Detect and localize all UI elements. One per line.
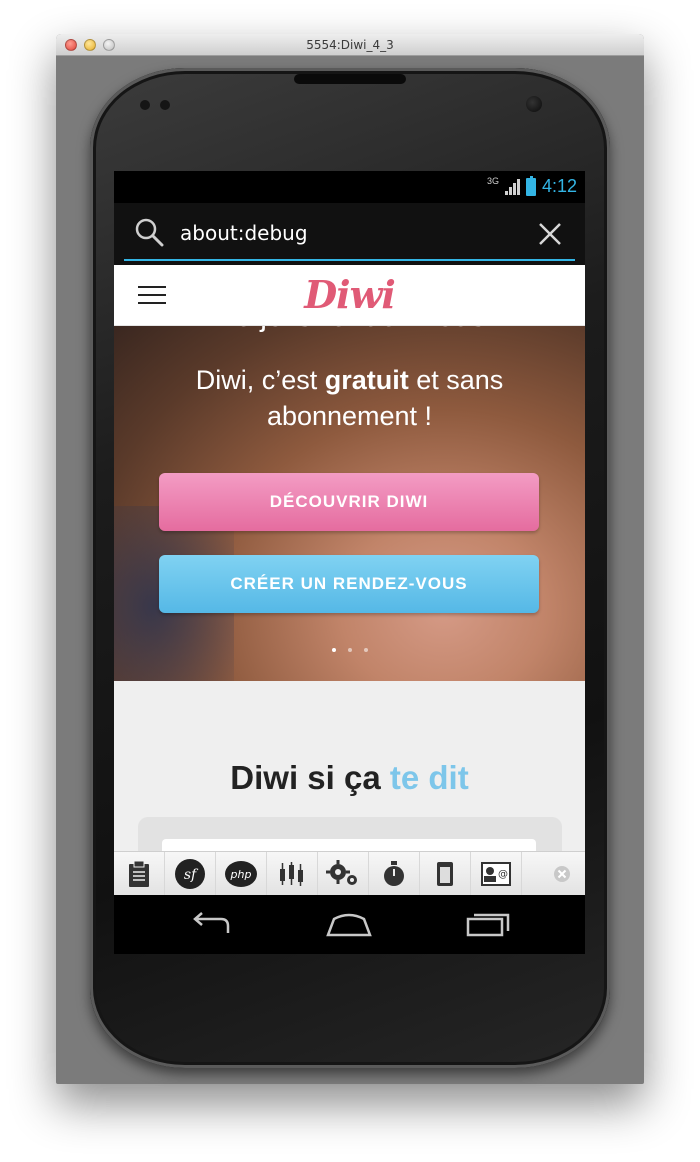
php-icon[interactable]: php	[216, 851, 267, 896]
status-bar: 3G 4:12	[114, 171, 585, 203]
url-bar: about:debug	[114, 203, 585, 265]
discover-button[interactable]: DÉCOUVRIR DIWI	[159, 473, 539, 531]
carousel-dot[interactable]	[347, 648, 352, 652]
hero-subtitle-bold: gratuit	[324, 365, 409, 395]
back-icon[interactable]	[188, 909, 234, 939]
user-card-icon[interactable]: @	[471, 851, 522, 896]
url-input[interactable]: about:debug	[180, 221, 308, 245]
carousel-dot[interactable]	[363, 648, 368, 652]
svg-text:php: php	[230, 868, 252, 881]
section-title: Diwi si ça te dit	[114, 759, 585, 797]
memory-icon[interactable]	[420, 851, 471, 896]
window-title: 5554:Diwi_4_3	[306, 38, 394, 52]
desktop-background: 5554:Diwi_4_3 3G 4:12 about:debug Diwi D…	[0, 0, 700, 1162]
create-date-button[interactable]: CRÉER UN RENDEZ-VOUS	[159, 555, 539, 613]
battery-icon	[525, 175, 536, 196]
hero-banner: De jolis rendez-vous Diwi, c’est gratuit…	[114, 326, 585, 681]
section-card	[138, 817, 562, 851]
section-title-main: Diwi si ça	[230, 759, 390, 796]
status-icons: 3G 4:12	[486, 175, 577, 197]
section-card-content	[162, 839, 536, 851]
window-titlebar: 5554:Diwi_4_3	[56, 34, 644, 56]
clear-url-icon[interactable]	[537, 221, 563, 247]
front-camera	[526, 96, 542, 112]
web-content: Diwi De jolis rendez-vous Diwi, c’est gr…	[114, 265, 585, 851]
search-icon	[135, 218, 164, 247]
network-type-label: 3G	[486, 176, 499, 186]
intro-section: Diwi si ça te dit	[114, 681, 585, 851]
site-logo[interactable]: Diwi	[114, 272, 585, 317]
status-clock: 4:12	[541, 176, 577, 196]
url-field[interactable]: about:debug	[124, 203, 575, 261]
light-sensor	[160, 100, 170, 110]
stopwatch-icon[interactable]	[369, 851, 420, 896]
hero-title: De jolis rendez-vous	[114, 326, 585, 334]
gears-icon[interactable]	[318, 851, 369, 896]
site-header: Diwi	[114, 265, 585, 326]
device-screen: 3G 4:12 about:debug Diwi Diwi, c’est gra…	[114, 171, 585, 954]
earpiece-speaker	[294, 74, 406, 84]
carousel-indicator	[114, 639, 585, 657]
timeline-icon[interactable]	[267, 851, 318, 896]
signal-icon	[504, 178, 520, 195]
recent-apps-icon[interactable]	[465, 909, 511, 939]
clipboard-icon[interactable]	[114, 851, 165, 896]
svg-text:@: @	[498, 869, 508, 880]
close-toolbar-icon[interactable]	[553, 865, 571, 883]
home-icon[interactable]	[326, 909, 372, 939]
proximity-sensor	[140, 100, 150, 110]
hero-subtitle: Diwi, c’est gratuit et sans abonnement !	[134, 362, 565, 434]
hero-subtitle-start: Diwi, c’est	[195, 365, 325, 395]
symfony-icon[interactable]: sf	[165, 851, 216, 896]
android-nav-bar	[114, 895, 585, 954]
section-title-accent: te dit	[389, 759, 469, 796]
debug-toolbar: sf php @	[114, 851, 585, 896]
carousel-dot[interactable]	[331, 648, 336, 652]
